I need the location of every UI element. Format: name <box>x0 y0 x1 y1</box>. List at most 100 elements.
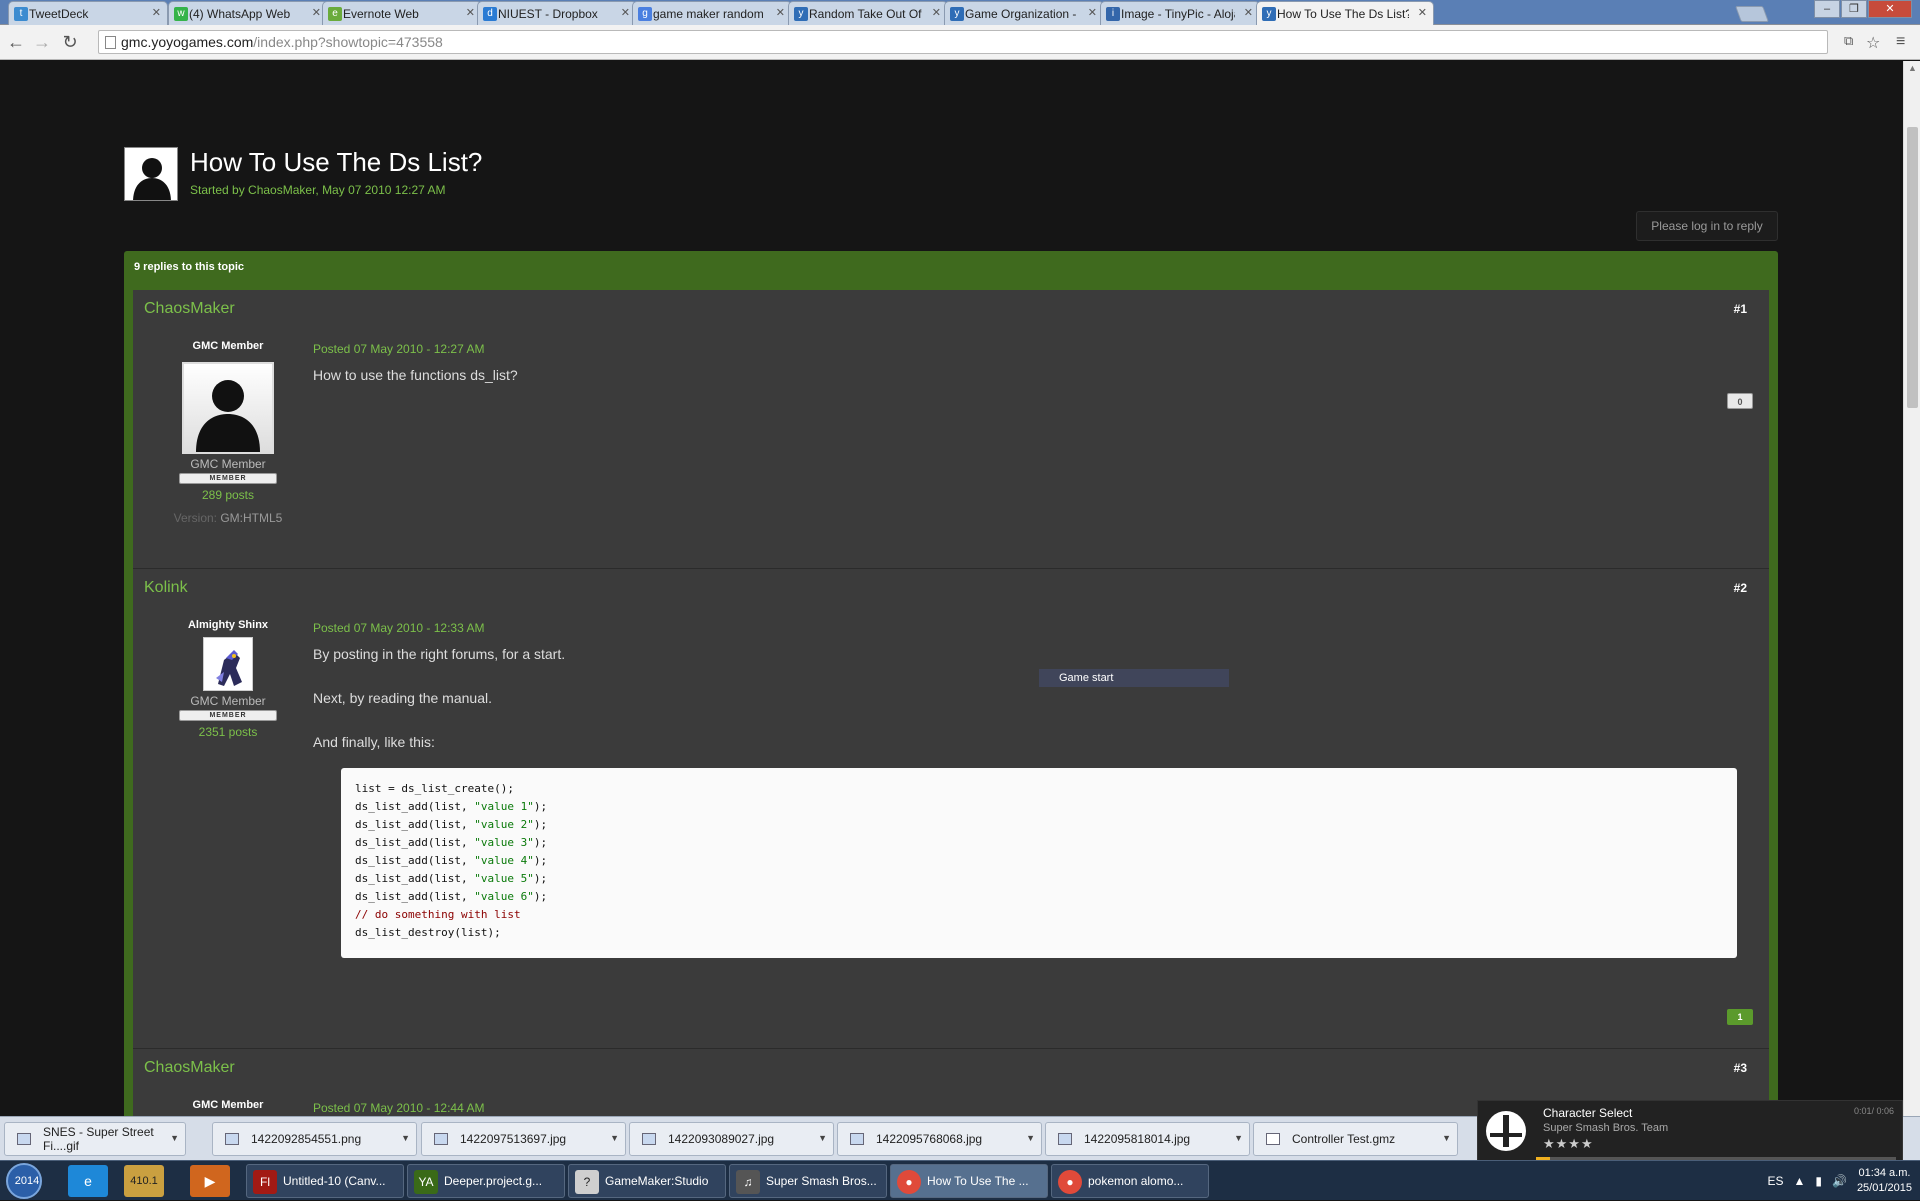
translate-icon[interactable]: ⧉ <box>1844 33 1853 49</box>
default-avatar-icon <box>184 364 272 452</box>
close-icon[interactable]: ✕ <box>776 6 785 19</box>
close-icon[interactable]: ✕ <box>152 6 161 19</box>
user-avatar[interactable] <box>203 637 253 691</box>
download-item[interactable]: 1422097513697.jpg ▼ <box>421 1122 626 1156</box>
media-artist: Super Smash Bros. Team <box>1543 1122 1669 1134</box>
media-notification[interactable]: Character Select Super Smash Bros. Team … <box>1477 1100 1903 1162</box>
media-rating[interactable]: ★★★★ <box>1543 1136 1594 1152</box>
taskbar-item[interactable]: YA Deeper.project.g... <box>407 1164 565 1198</box>
image-file-icon <box>225 1133 239 1145</box>
tab-google-search[interactable]: ggame maker random list -✕ <box>632 1 792 25</box>
post-date[interactable]: Posted 07 May 2010 - 12:44 AM <box>313 1101 484 1115</box>
taskbar-item[interactable]: ● How To Use The ... <box>890 1164 1048 1198</box>
language-indicator[interactable]: ES <box>1767 1174 1783 1188</box>
chevron-down-icon[interactable]: ▼ <box>170 1133 179 1143</box>
close-icon[interactable]: ✕ <box>621 6 630 19</box>
tab-tinypic[interactable]: iImage - TinyPic - Alojami✕ <box>1100 1 1260 25</box>
post-number[interactable]: #3 <box>1734 1061 1747 1075</box>
minimize-button[interactable]: – <box>1814 0 1840 18</box>
close-icon[interactable]: ✕ <box>466 6 475 19</box>
post-paragraph: By posting in the right forums, for a st… <box>313 646 566 662</box>
chevron-down-icon[interactable]: ▼ <box>1442 1133 1451 1143</box>
tab-whatsapp[interactable]: w (4) WhatsApp Web ✕ <box>168 1 328 25</box>
post-number[interactable]: #2 <box>1734 581 1747 595</box>
taskbar-item[interactable]: ● pokemon alomo... <box>1051 1164 1209 1198</box>
download-item[interactable]: Controller Test.gmz ▼ <box>1253 1122 1458 1156</box>
media-player-icon[interactable]: ▶ <box>190 1165 230 1197</box>
scroll-up-icon[interactable]: ▲ <box>1908 63 1917 73</box>
download-item[interactable]: 1422095768068.jpg ▼ <box>837 1122 1042 1156</box>
gamemaker-studio-icon: ? <box>575 1170 599 1194</box>
taskbar-item[interactable]: ? GameMaker:Studio <box>568 1164 726 1198</box>
code-line: ds_list_add(list, "value 5"); <box>355 872 548 885</box>
page-scrollbar[interactable]: ▲ <box>1903 61 1920 1116</box>
post-date[interactable]: Posted 07 May 2010 - 12:33 AM <box>313 621 484 635</box>
code-line: ds_list_destroy(list); <box>355 926 501 939</box>
network-icon[interactable]: ▮ <box>1815 1174 1822 1188</box>
chevron-down-icon[interactable]: ▼ <box>610 1133 619 1143</box>
image-file-icon <box>1058 1133 1072 1145</box>
ie-icon[interactable]: e <box>68 1165 108 1197</box>
reload-icon[interactable]: ↻ <box>60 32 80 52</box>
download-item[interactable]: 1422095818014.jpg ▼ <box>1045 1122 1250 1156</box>
window-controls: – ❐ ✕ <box>1814 0 1912 18</box>
chevron-down-icon[interactable]: ▼ <box>401 1133 410 1143</box>
tab-evernote[interactable]: e Evernote Web ✕ <box>322 1 482 25</box>
back-icon[interactable]: ← <box>6 32 26 52</box>
post-author-link[interactable]: ChaosMaker <box>144 1059 235 1077</box>
close-icon[interactable]: ✕ <box>1088 6 1097 19</box>
new-tab-button[interactable] <box>1735 6 1769 22</box>
image-file-icon <box>434 1133 448 1145</box>
address-bar[interactable]: gmc.yoyogames.com/index.php?showtopic=47… <box>98 30 1828 54</box>
download-item[interactable]: 1422092854551.png ▼ <box>212 1122 417 1156</box>
pinned-label[interactable]: 2014 <box>6 1165 48 1197</box>
user-group: GMC Member <box>190 694 266 708</box>
post-body: How to use the functions ds_list? <box>313 367 518 383</box>
user-post-count[interactable]: 2351 posts <box>163 725 293 739</box>
pinned-label[interactable]: 410.1 <box>124 1165 164 1197</box>
tab-tweetdeck[interactable]: t TweetDeck ✕ <box>8 1 168 25</box>
gamemaker-icon: y <box>794 7 808 21</box>
download-item[interactable]: SNES - Super Street Fi....gif ▼ <box>4 1122 186 1156</box>
code-lines: list = ds_list_create(); ds_list_add(list… <box>355 780 1723 942</box>
post-number[interactable]: #1 <box>1734 302 1747 316</box>
tab-game-organization[interactable]: yGame Organization - Con✕ <box>944 1 1104 25</box>
close-icon[interactable]: ✕ <box>932 6 941 19</box>
restore-button[interactable]: ❐ <box>1841 0 1867 18</box>
close-icon[interactable]: ✕ <box>1244 6 1253 19</box>
shinx-avatar-icon <box>204 638 252 690</box>
user-post-count[interactable]: 289 posts <box>163 488 293 502</box>
chevron-down-icon[interactable]: ▼ <box>818 1133 827 1143</box>
close-icon[interactable]: ✕ <box>1418 6 1427 19</box>
topic-starter-avatar[interactable] <box>124 147 178 201</box>
tab-ds-list-active[interactable]: y How To Use The Ds List? - ✕ <box>1256 1 1434 26</box>
user-avatar[interactable] <box>182 362 274 454</box>
post-author-link[interactable]: Kolink <box>144 579 188 597</box>
post-paragraph: And finally, like this: <box>313 734 435 750</box>
tab-random-take-out[interactable]: yRandom Take Out Of List✕ <box>788 1 948 25</box>
close-window-button[interactable]: ✕ <box>1868 0 1912 18</box>
clock[interactable]: 01:34 a.m. 25/01/2015 <box>1857 1166 1912 1196</box>
volume-icon[interactable]: 🔊 <box>1832 1174 1847 1188</box>
code-line: ds_list_add(list, "value 2"); <box>355 818 548 831</box>
menu-icon[interactable]: ≡ <box>1896 33 1905 51</box>
topic-started-by[interactable]: Started by ChaosMaker, May 07 2010 12:27… <box>190 183 445 197</box>
forward-icon[interactable]: → <box>32 32 52 52</box>
user-version: Version: GM:HTML5 <box>173 511 283 525</box>
scrollbar-thumb[interactable] <box>1907 127 1918 408</box>
chevron-down-icon[interactable]: ▼ <box>1234 1133 1243 1143</box>
close-icon[interactable]: ✕ <box>312 6 321 19</box>
post-date[interactable]: Posted 07 May 2010 - 12:27 AM <box>313 342 484 356</box>
tab-dropbox[interactable]: d NIUEST - Dropbox ✕ <box>477 1 637 25</box>
show-hidden-icons-icon[interactable]: ▲ <box>1793 1174 1805 1188</box>
post-1: ChaosMaker #1 GMC Member GMC Member MEMB… <box>133 290 1769 569</box>
bookmark-star-icon[interactable]: ☆ <box>1866 33 1880 53</box>
chevron-down-icon[interactable]: ▼ <box>1026 1133 1035 1143</box>
taskbar-item[interactable]: Fl Untitled-10 (Canv... <box>246 1164 404 1198</box>
login-to-reply-button[interactable]: Please log in to reply <box>1636 211 1778 241</box>
download-item[interactable]: 1422093089027.jpg ▼ <box>629 1122 834 1156</box>
post-author-link[interactable]: ChaosMaker <box>144 300 235 318</box>
taskbar-item[interactable]: ♫ Super Smash Bros... <box>729 1164 887 1198</box>
media-player-icon: ♫ <box>736 1170 760 1194</box>
user-group: GMC Member <box>190 457 266 471</box>
